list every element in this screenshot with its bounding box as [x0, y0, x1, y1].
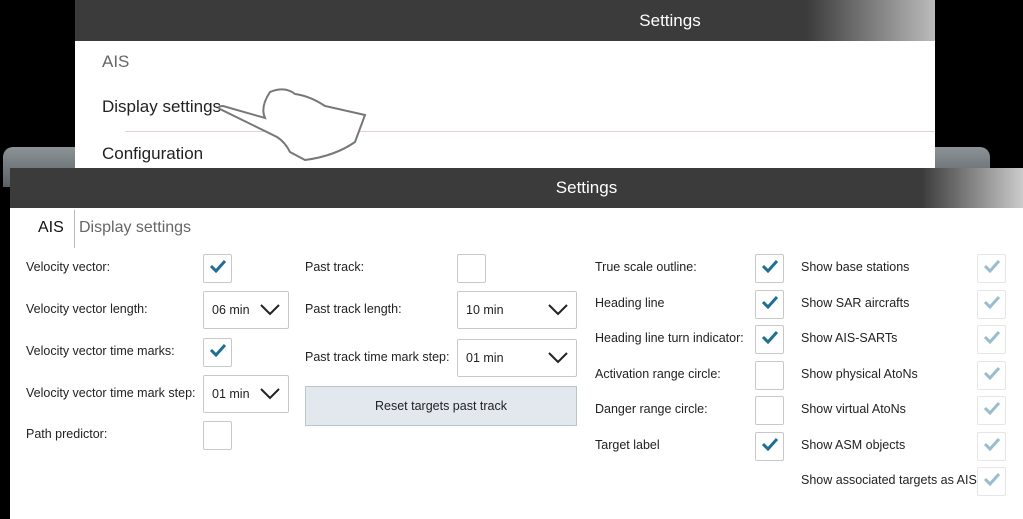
label-danger-range-circle: Danger range circle:	[595, 402, 708, 416]
checkmark-icon	[983, 330, 1001, 349]
label-show-physical-atons: Show physical AtoNs	[801, 367, 918, 381]
checkbox-show-virtual-atons[interactable]	[977, 396, 1006, 425]
front-title: Settings	[555, 178, 618, 197]
checkmark-icon	[761, 437, 779, 456]
label-past-track-length: Past track length:	[305, 302, 402, 316]
checkbox-velocity-vector-time-marks[interactable]	[203, 338, 232, 367]
reset-targets-past-track-button[interactable]: Reset targets past track	[305, 386, 577, 426]
checkbox-velocity-vector[interactable]	[203, 254, 232, 283]
checkbox-activation-range-circle[interactable]	[755, 361, 784, 390]
checkmark-icon	[983, 259, 1001, 278]
label-show-associated-targets-as-ais: Show associated targets as AIS	[801, 473, 977, 487]
checkbox-target-label[interactable]	[755, 432, 784, 461]
dropdown-past-track-length[interactable]: 10 min	[457, 291, 577, 329]
chevron-down-icon	[548, 304, 568, 316]
label-velocity-vector-length: Velocity vector length:	[26, 302, 148, 316]
label-past-track-time-mark-step: Past track time mark step:	[305, 350, 450, 364]
breadcrumb-separator	[74, 210, 75, 248]
checkbox-show-asm-objects[interactable]	[977, 432, 1006, 461]
checkbox-heading-line-turn-indicator[interactable]	[755, 325, 784, 354]
checkmark-icon	[761, 295, 779, 314]
label-show-sar-aircrafts: Show SAR aircrafts	[801, 296, 910, 310]
checkmark-icon	[209, 343, 227, 362]
checkbox-show-sar-aircrafts[interactable]	[977, 290, 1006, 319]
label-true-scale-outline: True scale outline:	[595, 260, 697, 274]
background-settings-panel: Settings AIS Display settings Configurat…	[75, 0, 935, 168]
display-settings-panel: Settings AIS Display settings Velocity v…	[10, 168, 1023, 519]
dropdown-value: 10 min	[466, 303, 504, 317]
menu-item-display-settings[interactable]: Display settings	[102, 97, 221, 117]
label-show-base-stations: Show base stations	[801, 260, 910, 274]
label-target-label: Target label	[595, 438, 660, 452]
checkmark-icon	[983, 295, 1001, 314]
checkbox-show-physical-atons[interactable]	[977, 361, 1006, 390]
label-velocity-vector-time-marks: Velocity vector time marks:	[26, 344, 175, 358]
dropdown-velocity-vector-length[interactable]: 06 min	[203, 291, 289, 329]
breadcrumb-display-settings: Display settings	[79, 219, 192, 236]
breadcrumb-ais[interactable]: AIS	[38, 219, 64, 237]
dropdown-velocity-vector-time-mark-step[interactable]: 01 min	[203, 375, 289, 413]
front-header: Settings	[10, 168, 1023, 208]
dropdown-value: 01 min	[466, 351, 504, 365]
checkmark-icon	[983, 366, 1001, 385]
dropdown-value: 01 min	[212, 387, 250, 401]
label-path-predictor: Path predictor:	[26, 427, 108, 441]
label-past-track: Past track:	[305, 260, 365, 274]
checkmark-icon	[983, 472, 1001, 491]
label-show-virtual-atons: Show virtual AtoNs	[801, 402, 906, 416]
checkmark-icon	[761, 330, 779, 349]
checkmark-icon	[209, 259, 227, 278]
dropdown-value: 06 min	[212, 303, 250, 317]
label-show-ais-sarts: Show AIS-SARTs	[801, 331, 898, 345]
checkbox-show-base-stations[interactable]	[977, 254, 1006, 283]
dropdown-past-track-time-mark-step[interactable]: 01 min	[457, 339, 577, 377]
back-header: Settings	[75, 0, 935, 41]
checkbox-danger-range-circle[interactable]	[755, 396, 784, 425]
label-velocity-vector: Velocity vector:	[26, 260, 111, 274]
label-show-asm-objects: Show ASM objects	[801, 438, 906, 452]
checkbox-path-predictor[interactable]	[203, 421, 232, 450]
checkbox-true-scale-outline[interactable]	[755, 254, 784, 283]
chevron-down-icon	[260, 388, 280, 400]
pointing-hand-icon	[218, 88, 367, 162]
label-heading-line: Heading line	[595, 296, 665, 310]
menu-item-ais[interactable]: AIS	[102, 52, 129, 72]
checkbox-show-associated-targets-as-ais[interactable]	[977, 467, 1006, 496]
checkbox-show-ais-sarts[interactable]	[977, 325, 1006, 354]
chevron-down-icon	[548, 352, 568, 364]
label-activation-range-circle: Activation range circle:	[595, 367, 721, 381]
label-velocity-vector-time-mark-step: Velocity vector time mark step:	[26, 386, 196, 400]
checkmark-icon	[761, 259, 779, 278]
menu-item-configuration[interactable]: Configuration	[102, 144, 203, 164]
checkmark-icon	[983, 437, 1001, 456]
checkbox-past-track[interactable]	[457, 254, 486, 283]
checkbox-heading-line[interactable]	[755, 290, 784, 319]
label-heading-line-turn-indicator: Heading line turn indicator:	[595, 331, 744, 345]
checkmark-icon	[983, 401, 1001, 420]
back-title: Settings	[639, 10, 701, 30]
chevron-down-icon	[260, 304, 280, 316]
